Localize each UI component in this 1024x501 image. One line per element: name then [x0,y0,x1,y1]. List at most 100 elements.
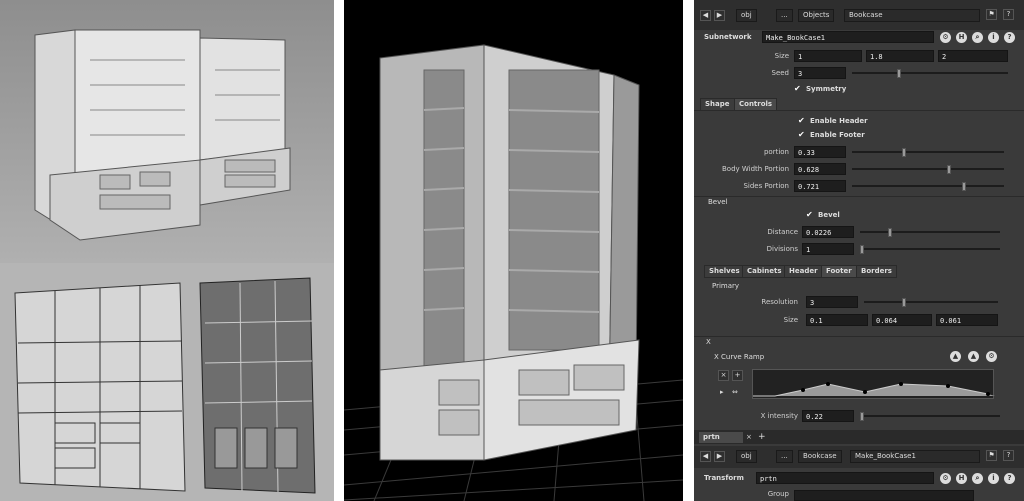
viewport-lineart-render[interactable] [0,263,334,501]
node2-name-field[interactable]: prtn [756,472,934,484]
primary-size-label: Size [783,316,798,324]
search-icon[interactable]: ⌕ [972,32,983,43]
bookcase-render-top [0,0,334,263]
help-icon[interactable]: ? [1003,450,1014,461]
info-icon[interactable]: i [988,32,999,43]
enable-header-checkbox[interactable]: ✔ [798,116,805,125]
ramp-preset-icon[interactable]: ▲ [950,351,961,362]
pin-icon[interactable]: ⚑ [986,450,997,461]
slider-knob[interactable] [902,298,906,307]
group-field[interactable] [794,490,974,501]
size-z-field[interactable]: 2 [938,50,1008,62]
sides-portion-slider[interactable] [852,182,1004,191]
tab-cabinets[interactable]: Cabinets [742,265,787,278]
ramp-loop-icon[interactable]: ⇔ [732,388,738,396]
primary-size-y-field[interactable]: 0.064 [872,314,932,326]
h-icon[interactable]: H [956,32,967,43]
gear-icon[interactable]: ⚙ [986,351,997,362]
ramp-play-icon[interactable]: ▸ [720,388,724,396]
crumb-objects[interactable]: Objects [798,9,835,22]
seed-field[interactable]: 3 [794,67,846,79]
resolution-slider[interactable] [864,298,998,307]
primary-size-z-field[interactable]: 0.061 [936,314,998,326]
seed-slider[interactable] [852,69,1008,78]
screenshot-root: ◀ ▶ obj ... Objects Bookcase ⚑ ? Subnetw… [0,0,1024,501]
tab-shelves[interactable]: Shelves [704,265,745,278]
bevel-checkbox[interactable]: ✔ [806,210,813,219]
size-x-field[interactable]: 1 [794,50,862,62]
x-intensity-field[interactable]: 0.22 [802,410,854,422]
viewport-3d[interactable] [344,0,683,501]
forward-arrow-icon[interactable]: ▶ [714,451,725,462]
back-arrow-icon[interactable]: ◀ [700,10,711,21]
crumb-bookcase[interactable]: Bookcase [798,450,842,463]
seed-label: Seed [771,69,790,77]
tab-controls[interactable]: Controls [734,98,778,111]
tab-footer[interactable]: Footer [821,265,857,278]
crumb-ellipsis[interactable]: ... [776,450,793,463]
distance-field[interactable]: 0.0226 [802,226,854,238]
body-width-slider[interactable] [852,165,1004,174]
enable-header-label: Enable Header [810,117,868,125]
crumb-ellipsis[interactable]: ... [776,9,793,22]
distance-slider[interactable] [860,228,1000,237]
enable-footer-checkbox[interactable]: ✔ [798,130,805,139]
size-row: Size 1 1.8 2 [694,50,1024,64]
search-icon[interactable]: ⌕ [972,473,983,484]
slider-knob[interactable] [888,228,892,237]
slider-knob[interactable] [947,165,951,174]
portion-slider[interactable] [852,148,1004,157]
tab-header[interactable]: Header [784,265,823,278]
crumb-bookcase[interactable]: Bookcase [844,9,980,22]
bookcase-3d-render [344,0,683,501]
primary-size-x-field[interactable]: 0.1 [806,314,868,326]
help-icon[interactable]: ? [1004,32,1015,43]
info-icon[interactable]: i [988,473,999,484]
portion-row: portion 0.33 [694,146,1024,160]
sides-portion-label: Sides Portion [743,182,789,190]
pin-icon[interactable]: ⚑ [986,9,997,20]
slider-knob[interactable] [860,245,864,254]
crumb-obj[interactable]: obj [736,9,757,22]
tab-shape[interactable]: Shape [700,98,735,111]
resolution-field[interactable]: 3 [806,296,858,308]
ramp-curve [753,382,995,397]
crumb-obj[interactable]: obj [736,450,757,463]
size-y-field[interactable]: 1.8 [866,50,934,62]
portion-field[interactable]: 0.33 [794,146,846,158]
portion-label: portion [763,148,789,156]
group-label: Group [767,490,789,498]
divisions-slider[interactable] [860,245,1000,254]
ramp-preset2-icon[interactable]: ▲ [968,351,979,362]
slider-knob[interactable] [962,182,966,191]
node-type: Subnetwork [704,33,752,41]
back-arrow-icon[interactable]: ◀ [700,451,711,462]
viewport-shaded-render[interactable] [0,0,334,263]
ramp-add-icon[interactable]: + [732,370,743,381]
crumb-make-bookcase[interactable]: Make_BookCase1 [850,450,980,463]
close-tab-icon[interactable]: × [746,433,752,441]
gear-icon[interactable]: ⚙ [940,473,951,484]
ramp-delete-icon[interactable]: × [718,370,729,381]
symmetry-checkbox[interactable]: ✔ [794,84,801,93]
h-icon[interactable]: H [956,473,967,484]
help-icon[interactable]: ? [1004,473,1015,484]
tab-borders[interactable]: Borders [856,265,897,278]
x-intensity-slider[interactable] [860,412,1000,421]
tab-prtn[interactable]: prtn [698,431,744,444]
help-icon[interactable]: ? [1003,9,1014,20]
body-width-field[interactable]: 0.628 [794,163,846,175]
x-curve-ramp[interactable] [752,369,995,399]
slider-knob[interactable] [860,412,864,421]
slider-knob[interactable] [897,69,901,78]
symmetry-row: ✔ Symmetry [694,84,1024,96]
sides-portion-field[interactable]: 0.721 [794,180,846,192]
node-name-field[interactable]: Make_BookCase1 [762,31,934,43]
bevel-label: Bevel [818,211,840,219]
forward-arrow-icon[interactable]: ▶ [714,10,725,21]
body-width-label: Body Width Portion [722,165,789,173]
add-tab-button[interactable]: + [758,432,766,442]
gear-icon[interactable]: ⚙ [940,32,951,43]
slider-knob[interactable] [902,148,906,157]
divisions-field[interactable]: 1 [802,243,854,255]
